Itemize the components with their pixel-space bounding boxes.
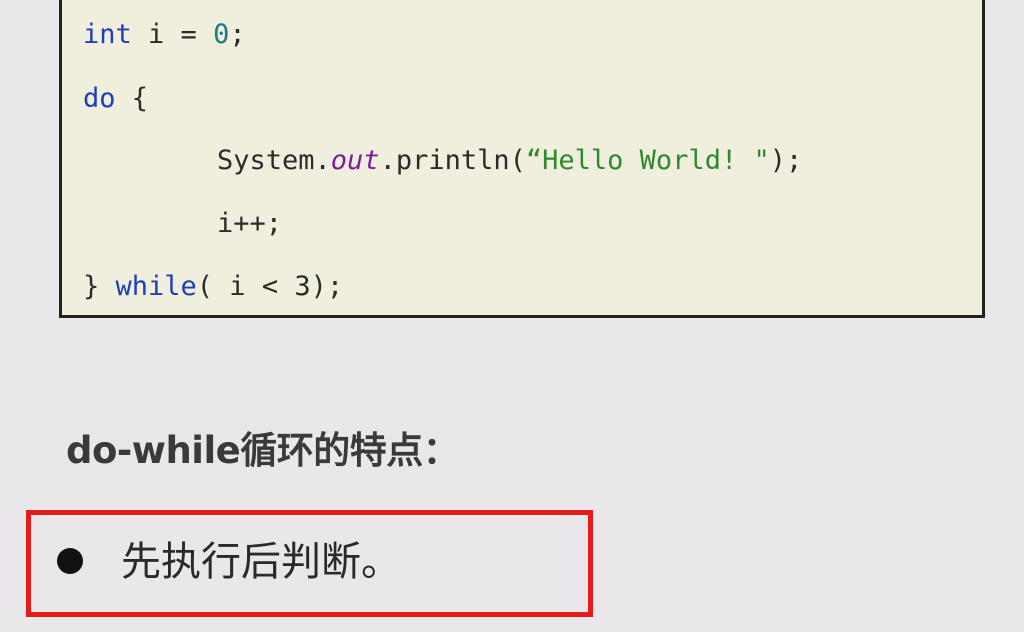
keyword-do: do [83, 83, 116, 114]
bullet-dot-icon [57, 548, 83, 574]
code-block: int i = 0; do { System.out.println(“Hell… [59, 0, 985, 318]
code-text: i = [131, 19, 214, 50]
code-text: ); [769, 145, 803, 176]
code-text: } [83, 271, 116, 302]
code-text: .println( [379, 145, 526, 176]
keyword-while: while [115, 271, 197, 302]
number-literal: 0 [213, 19, 230, 50]
string-literal: “Hello World! " [525, 145, 770, 176]
code-line-println: System.out.println(“Hello World! "); [217, 145, 802, 177]
code-text: i++; [217, 208, 283, 239]
code-line-while: } while( i < 3); [83, 271, 343, 303]
field-out: out [330, 145, 380, 176]
keyword-int: int [83, 19, 132, 50]
code-text: { [115, 83, 149, 114]
code-line-do: do { [83, 83, 148, 115]
code-line-increment: i++; [217, 208, 282, 240]
code-text: ; [229, 19, 246, 50]
code-text: System. [217, 145, 331, 176]
code-text: ( i < 3); [196, 271, 344, 302]
bullet-item-text: 先执行后判断。 [121, 539, 401, 585]
section-heading: do-while循环的特点： [66, 429, 460, 472]
code-line-declaration: int i = 0; [83, 19, 246, 51]
